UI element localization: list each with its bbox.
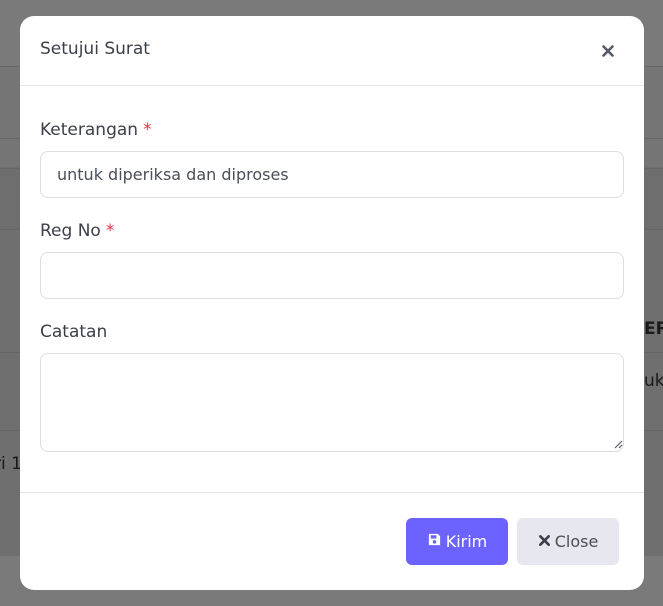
catatan-label: Catatan bbox=[40, 322, 107, 342]
background-cell-text: uk bbox=[644, 371, 663, 391]
modal-header: Setujui Surat bbox=[20, 16, 644, 86]
keterangan-input[interactable] bbox=[40, 151, 624, 198]
catatan-textarea[interactable] bbox=[40, 353, 624, 452]
resize-grip-icon[interactable] bbox=[614, 440, 623, 449]
close-label: Close bbox=[554, 532, 599, 551]
approve-letter-modal: Setujui Surat Keterangan* Reg No* Catata… bbox=[20, 16, 644, 590]
background-column-header: ERA bbox=[644, 319, 663, 339]
save-icon bbox=[427, 532, 442, 551]
close-icon[interactable] bbox=[598, 41, 618, 61]
required-mark: * bbox=[143, 120, 152, 140]
submit-label: Kirim bbox=[445, 532, 488, 551]
catatan-label-text: Catatan bbox=[40, 322, 108, 342]
catatan-wrapper bbox=[20, 353, 644, 452]
reg-no-input[interactable] bbox=[40, 252, 624, 299]
modal-body: Keterangan* Reg No* Catatan bbox=[20, 86, 644, 492]
submit-button[interactable]: Kirim bbox=[406, 518, 508, 565]
keterangan-label-text: Keterangan bbox=[40, 120, 139, 140]
required-mark: * bbox=[105, 221, 115, 241]
modal-footer: Kirim Close bbox=[20, 492, 644, 590]
reg-no-label-text: Reg No bbox=[40, 221, 101, 241]
close-button[interactable]: Close bbox=[517, 518, 619, 565]
modal-title: Setujui Surat bbox=[40, 39, 150, 59]
reg-no-label: Reg No * bbox=[40, 221, 114, 241]
background-pagination-text: ri 1 bbox=[0, 454, 22, 474]
close-icon bbox=[538, 532, 551, 551]
keterangan-label: Keterangan * bbox=[40, 120, 152, 140]
